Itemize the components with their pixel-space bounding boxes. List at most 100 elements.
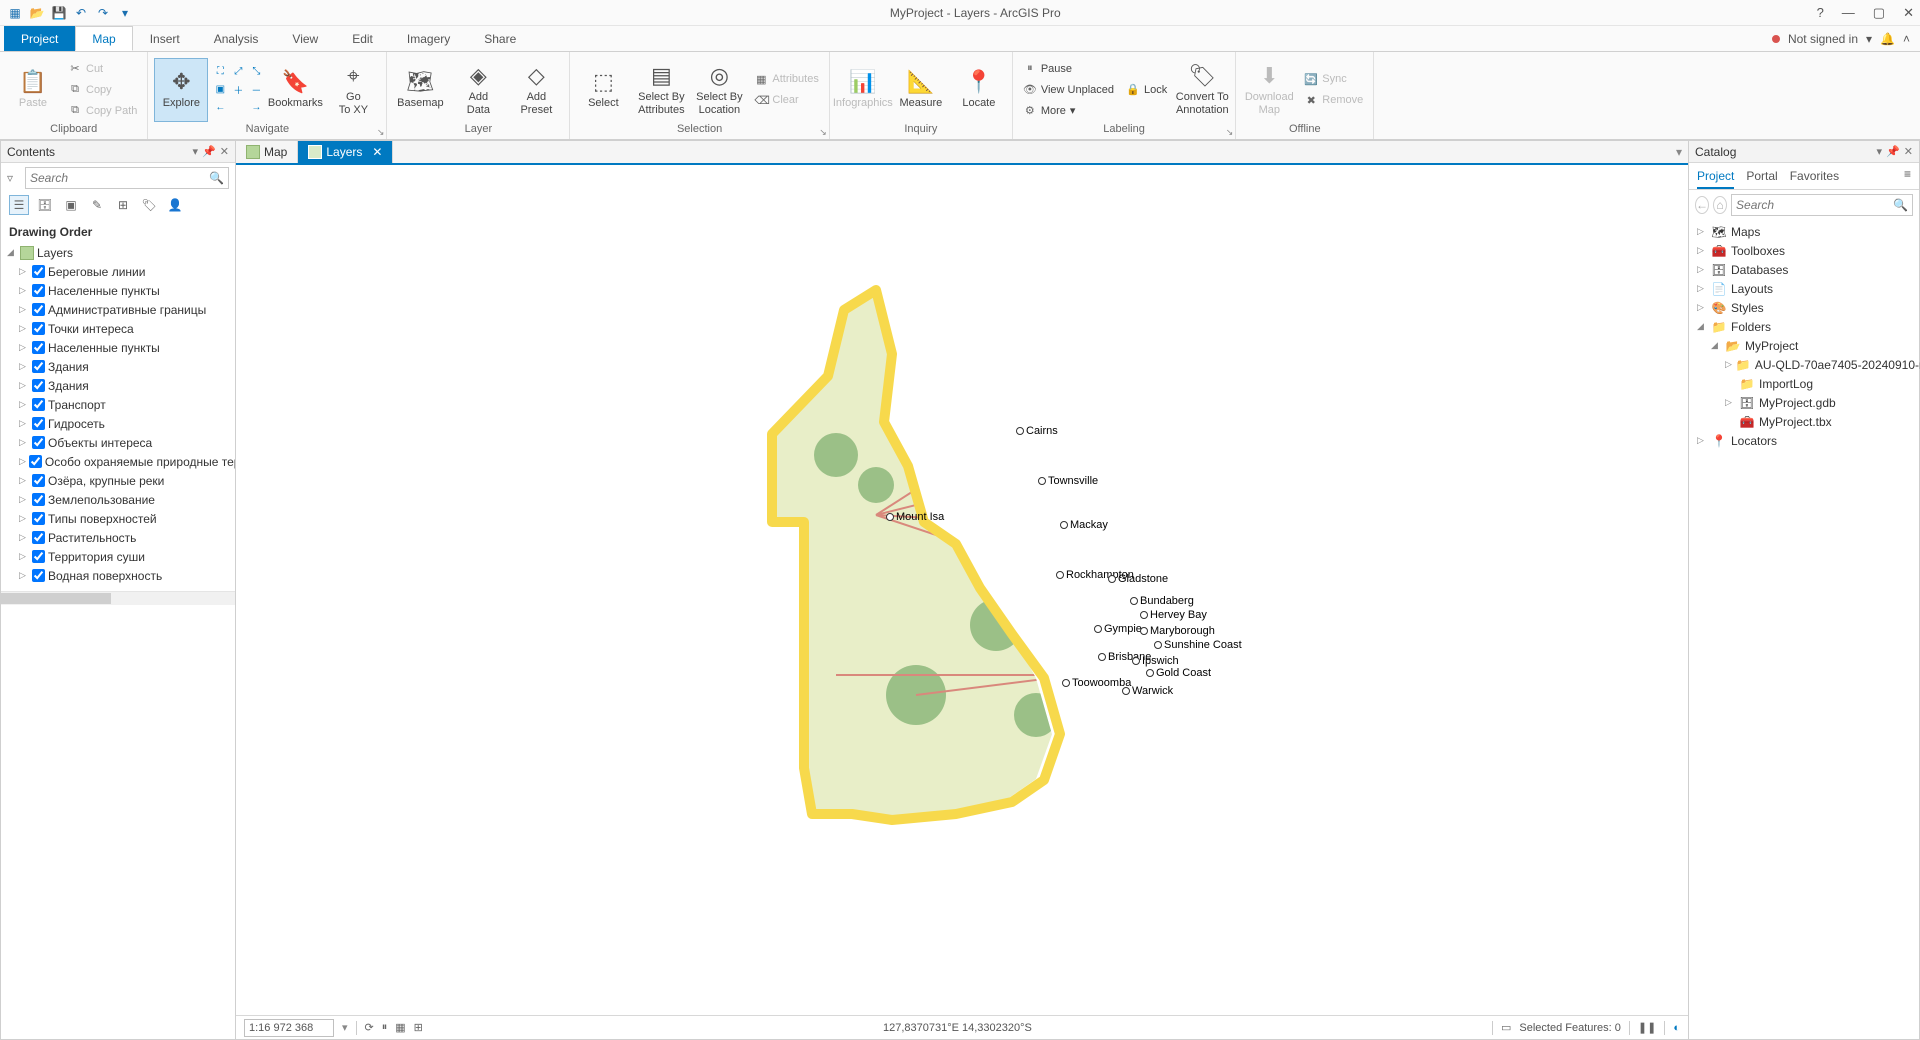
layer-row[interactable]: ▷Точки интереса <box>5 319 231 338</box>
close-tab-icon[interactable]: ✕ <box>372 145 382 159</box>
twisty-icon[interactable]: ▷ <box>19 266 29 277</box>
view-constraints-icon[interactable]: ▦ <box>395 1021 405 1034</box>
layer-row[interactable]: ▷Административные границы <box>5 300 231 319</box>
cat-item-folders[interactable]: ◢📁Folders <box>1693 317 1915 336</box>
snap-icon[interactable]: ⊞ <box>414 1021 423 1034</box>
scale-dropdown-icon[interactable]: ▾ <box>342 1021 348 1034</box>
collapse-ribbon-icon[interactable]: ˄ <box>1903 32 1910 46</box>
close-icon[interactable]: ✕ <box>1903 5 1914 21</box>
contents-pin-icon[interactable]: 📌 <box>202 145 216 158</box>
cat-folder-myproject[interactable]: ◢📂MyProject <box>1693 336 1915 355</box>
add-data-button[interactable]: ◈Add Data <box>451 58 505 122</box>
help-icon[interactable]: ? <box>1817 5 1824 20</box>
catalog-close-icon[interactable]: ✕ <box>1904 145 1913 158</box>
twisty-icon[interactable]: ▷ <box>19 456 26 467</box>
back-icon[interactable]: ← <box>1695 196 1709 214</box>
twisty-icon[interactable]: ▷ <box>19 513 29 524</box>
layer-checkbox[interactable] <box>32 493 45 506</box>
layer-checkbox[interactable] <box>32 550 45 563</box>
more-button[interactable]: ⚙More ▾ <box>1019 101 1118 121</box>
tab-imagery[interactable]: Imagery <box>390 26 467 51</box>
filter-icon[interactable]: ▿ <box>7 171 21 185</box>
list-snapping-icon[interactable]: ⊞ <box>113 195 133 215</box>
twisty-icon[interactable]: ▷ <box>19 437 29 448</box>
zoom-out-icon[interactable]: － <box>248 82 264 98</box>
sync-button[interactable]: 🔄Sync <box>1300 69 1367 89</box>
qat-dropdown-icon[interactable]: ▾ <box>116 4 134 22</box>
signin-label[interactable]: Not signed in <box>1788 32 1858 46</box>
list-editing-icon[interactable]: ✎ <box>87 195 107 215</box>
next-extent-icon[interactable]: → <box>248 100 264 116</box>
twisty-icon[interactable]: ▷ <box>19 418 29 429</box>
cat-item-maps[interactable]: ▷🗺Maps <box>1693 222 1915 241</box>
contents-dropdown-icon[interactable]: ▾ <box>193 145 199 158</box>
tab-analysis[interactable]: Analysis <box>197 26 276 51</box>
attributes-button[interactable]: ▦Attributes <box>750 69 822 89</box>
copy-path-button[interactable]: ⧉Copy Path <box>64 101 141 121</box>
cat-item-styles[interactable]: ▷🎨Styles <box>1693 298 1915 317</box>
layer-row[interactable]: ▷Населенные пункты <box>5 281 231 300</box>
layer-row[interactable]: ▷Транспорт <box>5 395 231 414</box>
cat-item-locators[interactable]: ▷📍Locators <box>1693 431 1915 450</box>
layer-checkbox[interactable] <box>32 398 45 411</box>
twisty-icon[interactable]: ◢ <box>7 247 17 258</box>
layer-row[interactable]: ▷Водная поверхность <box>5 566 231 585</box>
view-tabs-dropdown-icon[interactable]: ▾ <box>1670 141 1688 163</box>
layer-row[interactable]: ▷Здания <box>5 376 231 395</box>
layer-checkbox[interactable] <box>32 417 45 430</box>
tab-map[interactable]: Map <box>75 26 132 51</box>
navigate-launcher-icon[interactable]: ↘ <box>377 127 385 138</box>
cat-item-toolboxes[interactable]: ▷🧰Toolboxes <box>1693 241 1915 260</box>
save-icon[interactable]: 💾 <box>50 4 68 22</box>
layer-row[interactable]: ▷Землепользование <box>5 490 231 509</box>
open-project-icon[interactable]: 📂 <box>28 4 46 22</box>
tab-share[interactable]: Share <box>467 26 533 51</box>
draw-pause-icon[interactable]: ❚❚ <box>1638 1021 1656 1034</box>
list-labeling-icon[interactable]: 🏷 <box>139 195 159 215</box>
pause-drawing-icon[interactable]: ⏸ <box>382 1021 388 1034</box>
cat-item-databases[interactable]: ▷🗄Databases <box>1693 260 1915 279</box>
scale-input[interactable]: 1:16 972 368 <box>244 1019 334 1037</box>
layer-row[interactable]: ▷Здания <box>5 357 231 376</box>
cat-tbx-item[interactable]: 🧰MyProject.tbx <box>1693 412 1915 431</box>
select-by-attributes-button[interactable]: ▤Select By Attributes <box>634 58 688 122</box>
select-by-location-button[interactable]: ◎Select By Location <box>692 58 746 122</box>
redo-icon[interactable]: ↷ <box>94 4 112 22</box>
view-unplaced-button[interactable]: 👁View Unplaced <box>1019 80 1118 100</box>
zoom-full-icon[interactable]: ⛶ <box>212 64 228 80</box>
zoom-in-icon[interactable]: ＋ <box>230 82 246 98</box>
bookmarks-button[interactable]: 🔖Bookmarks <box>268 58 322 122</box>
tab-edit[interactable]: Edit <box>335 26 390 51</box>
list-perspective-icon[interactable]: 👤 <box>165 195 185 215</box>
cat-gdb-item[interactable]: ▷🗄MyProject.gdb <box>1693 393 1915 412</box>
layer-checkbox[interactable] <box>32 512 45 525</box>
labeling-launcher-icon[interactable]: ↘ <box>1226 127 1234 138</box>
cat-folder-child[interactable]: ▷📁AU-QLD-70ae7405-20240910-ru-arcgi <box>1693 355 1915 374</box>
selection-chip-icon[interactable]: ▭ <box>1501 1021 1511 1034</box>
contents-search-input[interactable] <box>30 171 209 185</box>
contents-search[interactable]: 🔍 <box>25 167 229 189</box>
search-icon[interactable]: 🔍 <box>1893 198 1908 212</box>
layer-checkbox[interactable] <box>32 531 45 544</box>
undo-icon[interactable]: ↶ <box>72 4 90 22</box>
layer-row[interactable]: ▷Населенные пункты <box>5 338 231 357</box>
twisty-icon[interactable]: ▷ <box>19 475 29 486</box>
home-icon[interactable]: ⌂ <box>1713 196 1727 214</box>
layer-row[interactable]: ▷Типы поверхностей <box>5 509 231 528</box>
list-source-icon[interactable]: 🗄 <box>35 195 55 215</box>
tab-view[interactable]: View <box>275 26 335 51</box>
contents-close-icon[interactable]: ✕ <box>220 145 229 158</box>
signin-dropdown-icon[interactable]: ▾ <box>1866 32 1872 46</box>
maximize-icon[interactable]: ▢ <box>1873 5 1885 21</box>
catalog-menu-icon[interactable]: ≡ <box>1904 167 1911 189</box>
notifications-icon[interactable]: 🔔 <box>1880 32 1895 46</box>
catalog-tab-project[interactable]: Project <box>1697 167 1734 189</box>
cut-button[interactable]: ✂Cut <box>64 59 141 79</box>
map-canvas[interactable]: CairnsTownsvilleMount IsaMackayRockhampt… <box>236 165 1688 1015</box>
twisty-icon[interactable]: ▷ <box>19 285 29 296</box>
cat-folder-child[interactable]: 📁ImportLog <box>1693 374 1915 393</box>
layer-row[interactable]: ▷Гидросеть <box>5 414 231 433</box>
select-button[interactable]: ⬚Select <box>576 58 630 122</box>
layer-checkbox[interactable] <box>32 360 45 373</box>
catalog-search[interactable]: 🔍 <box>1731 194 1913 216</box>
